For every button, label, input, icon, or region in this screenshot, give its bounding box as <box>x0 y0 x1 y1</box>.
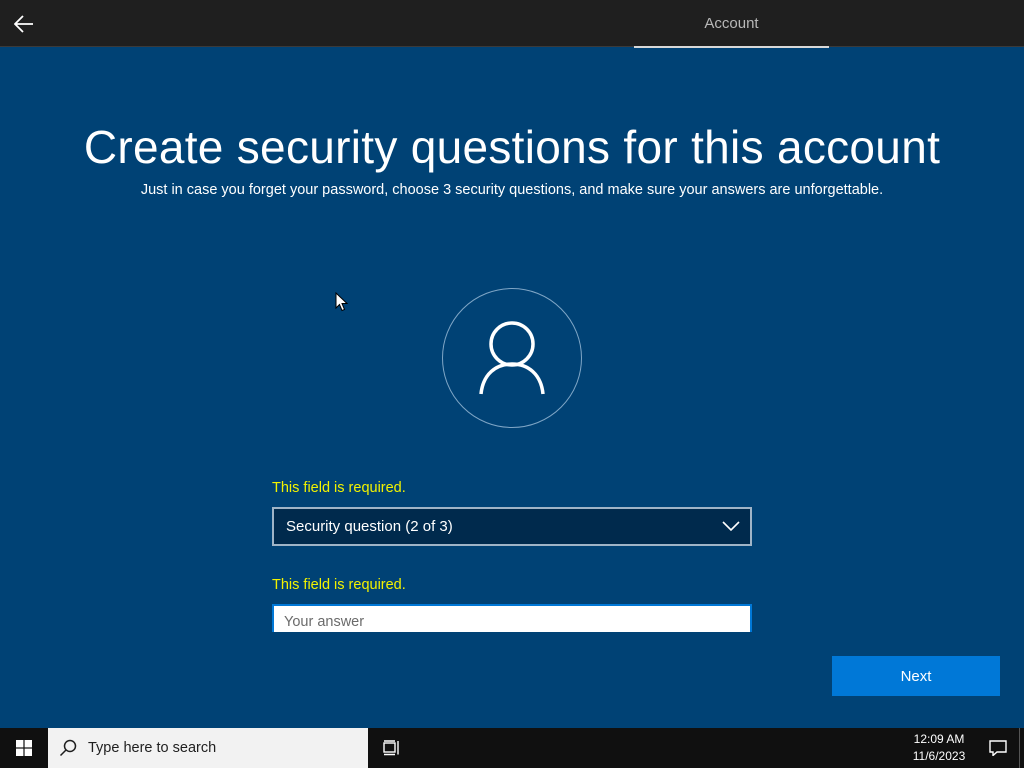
mouse-pointer-icon <box>335 292 349 312</box>
start-button[interactable] <box>0 728 48 768</box>
taskbar-search-box[interactable]: Type here to search <box>48 728 368 768</box>
back-arrow-icon <box>14 15 33 33</box>
search-placeholder: Type here to search <box>88 740 217 756</box>
user-icon <box>479 321 545 395</box>
taskbar-clock[interactable]: 12:09 AM 11/6/2023 <box>900 730 978 766</box>
show-desktop-button[interactable] <box>1019 728 1024 768</box>
answer-field-container <box>272 604 752 632</box>
notification-icon <box>989 740 1007 756</box>
question-error-text: This field is required. <box>272 480 406 496</box>
top-bar: Account <box>0 0 1024 48</box>
avatar <box>442 288 582 428</box>
action-center-button[interactable] <box>978 728 1018 768</box>
next-button-label: Next <box>900 667 932 685</box>
clock-date: 11/6/2023 <box>912 749 966 763</box>
search-icon-container <box>48 728 88 768</box>
search-icon <box>59 739 77 757</box>
task-view-icon <box>383 740 399 756</box>
security-question-value: Security question (2 of 3) <box>286 518 453 535</box>
task-view-button[interactable] <box>372 728 412 768</box>
answer-error-text: This field is required. <box>272 577 406 593</box>
page-subtitle: Just in case you forget your password, c… <box>140 182 884 198</box>
chevron-down-icon <box>722 521 740 532</box>
clock-time: 12:09 AM <box>913 732 965 746</box>
page-title: Create security questions for this accou… <box>83 121 941 173</box>
security-question-select[interactable]: Security question (2 of 3) <box>272 507 752 546</box>
main-content: Create security questions for this accou… <box>0 48 1024 720</box>
tab-account: Account <box>634 0 829 48</box>
next-button[interactable]: Next <box>832 656 1000 696</box>
tab-account-label: Account <box>704 15 759 32</box>
answer-input[interactable] <box>272 604 752 632</box>
taskbar: Type here to search 12:09 AM 11/6/2023 <box>0 728 1024 768</box>
windows-logo-icon <box>16 740 32 756</box>
back-button[interactable] <box>6 6 42 42</box>
